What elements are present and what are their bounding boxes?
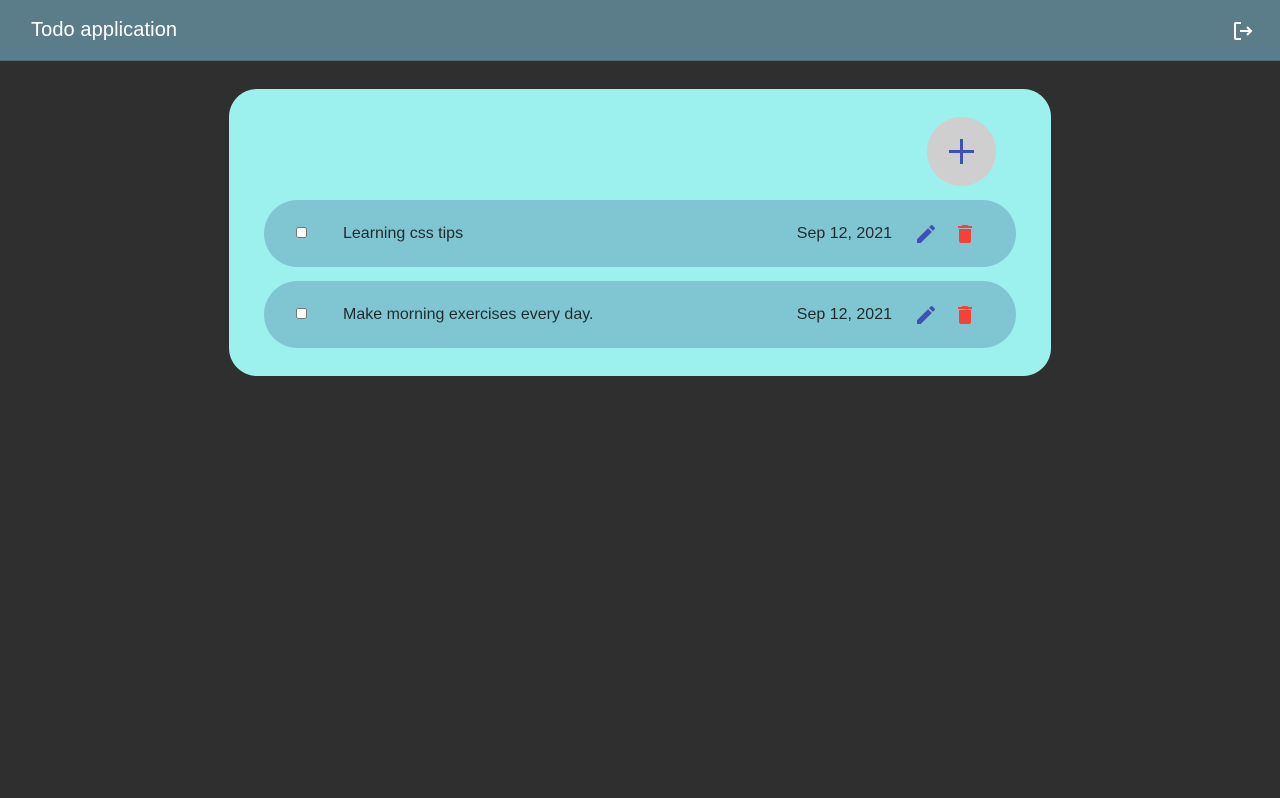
todo-checkbox[interactable] bbox=[296, 308, 307, 319]
todo-item: Make morning exercises every day. Sep 12… bbox=[264, 281, 1016, 348]
todo-date: Sep 12, 2021 bbox=[796, 306, 892, 323]
logout-button[interactable] bbox=[1231, 19, 1255, 43]
edit-icon[interactable] bbox=[914, 222, 938, 246]
todo-card: Learning css tips Sep 12, 2021 Make morn… bbox=[229, 89, 1051, 376]
todo-text: Make morning exercises every day. bbox=[343, 306, 594, 323]
delete-icon[interactable] bbox=[953, 303, 977, 327]
logout-icon bbox=[1231, 19, 1255, 43]
todo-date: Sep 12, 2021 bbox=[796, 225, 892, 242]
todo-item: Learning css tips Sep 12, 2021 bbox=[264, 200, 1016, 267]
todo-checkbox[interactable] bbox=[296, 227, 307, 238]
delete-icon[interactable] bbox=[953, 222, 977, 246]
add-todo-button[interactable] bbox=[927, 117, 996, 186]
app-title: Todo application bbox=[31, 19, 178, 41]
edit-icon[interactable] bbox=[914, 303, 938, 327]
app-bar: Todo application bbox=[0, 0, 1280, 61]
todo-text: Learning css tips bbox=[343, 225, 464, 242]
